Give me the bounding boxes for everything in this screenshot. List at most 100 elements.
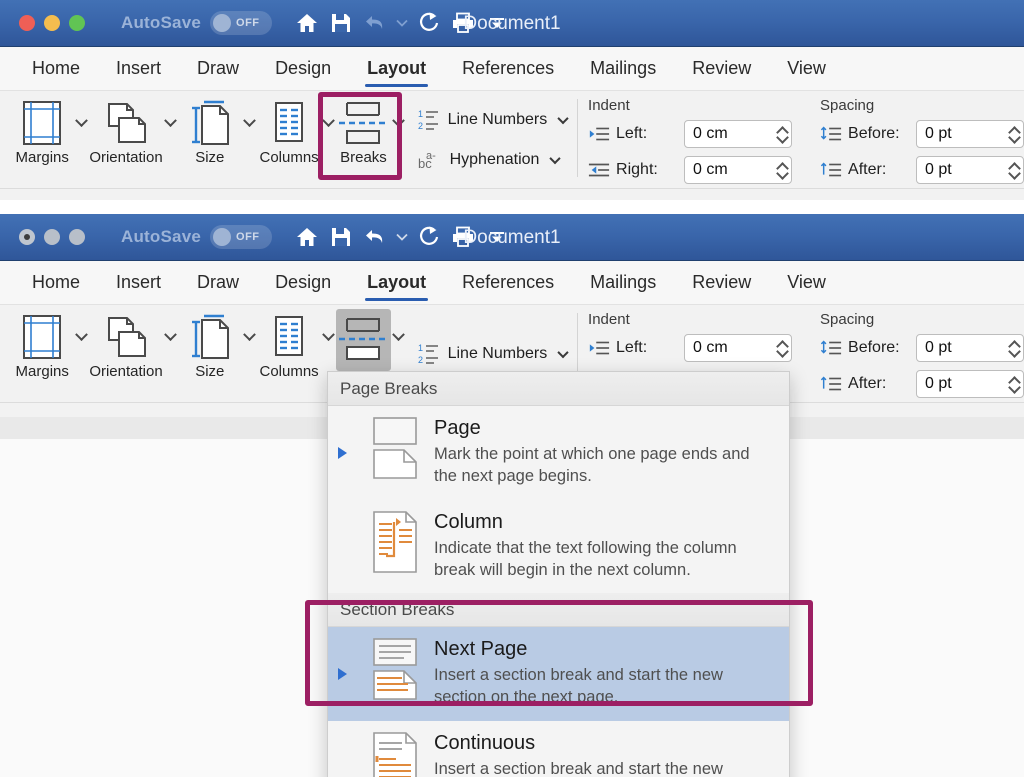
tab-draw[interactable]: Draw bbox=[179, 47, 257, 91]
close-button-inactive[interactable] bbox=[19, 229, 35, 245]
ribbon-button-orientation[interactable]: Orientation bbox=[89, 305, 162, 399]
indent-left-stepper[interactable] bbox=[778, 127, 787, 141]
tab-references[interactable]: References bbox=[444, 261, 572, 305]
spacing-before-input[interactable]: 0 pt bbox=[916, 120, 1024, 148]
margins-icon bbox=[21, 313, 63, 361]
line-numbers-chevron-icon[interactable] bbox=[558, 347, 569, 358]
undo-icon[interactable] bbox=[358, 6, 392, 40]
tab-insert[interactable]: Insert bbox=[98, 261, 179, 305]
spacing-after-input[interactable]: 0 pt bbox=[916, 370, 1024, 398]
menu-item-title: Next Page bbox=[434, 638, 777, 661]
ribbon-button-line-numbers[interactable]: 12 Line Numbers bbox=[414, 100, 568, 140]
autosave-control-bottom[interactable]: AutoSave OFF bbox=[121, 225, 272, 249]
ribbon-button-breaks[interactable]: Breaks bbox=[336, 91, 391, 185]
print-icon[interactable] bbox=[446, 220, 480, 254]
breaks-dropdown-menu: Page Breaks Page Mark the point at which… bbox=[327, 371, 790, 777]
spacing-after-stepper[interactable] bbox=[1010, 163, 1019, 177]
columns-chevron-icon[interactable] bbox=[321, 91, 336, 185]
spacing-after-input[interactable]: 0 pt bbox=[916, 156, 1024, 184]
tab-home[interactable]: Home bbox=[14, 261, 98, 305]
menu-item-next-page[interactable]: Next Page Insert a section break and sta… bbox=[328, 627, 789, 721]
tab-review[interactable]: Review bbox=[674, 47, 769, 91]
tab-insert[interactable]: Insert bbox=[98, 47, 179, 91]
ribbon-label-margins: Margins bbox=[16, 149, 69, 166]
orientation-chevron-icon[interactable] bbox=[163, 91, 178, 185]
breaks-chevron-icon[interactable] bbox=[391, 91, 406, 185]
home-icon[interactable] bbox=[290, 6, 324, 40]
ribbon-button-orientation[interactable]: Orientation bbox=[89, 91, 162, 185]
indent-right-input[interactable]: 0 cm bbox=[684, 156, 792, 184]
tab-design[interactable]: Design bbox=[257, 261, 349, 305]
menu-item-column[interactable]: Column Indicate that the text following … bbox=[328, 500, 789, 594]
close-button[interactable] bbox=[19, 15, 35, 31]
menu-section-page-breaks: Page Breaks bbox=[328, 372, 789, 406]
autosave-control-top[interactable]: AutoSave OFF bbox=[121, 11, 272, 35]
undo-chevron-icon[interactable] bbox=[392, 220, 412, 254]
menu-item-text: Column Indicate that the text following … bbox=[434, 510, 777, 582]
spacing-before-stepper[interactable] bbox=[1010, 341, 1019, 355]
save-icon[interactable] bbox=[324, 6, 358, 40]
line-numbers-chevron-icon[interactable] bbox=[558, 113, 569, 124]
maximize-button[interactable] bbox=[69, 15, 85, 31]
undo-chevron-icon[interactable] bbox=[392, 6, 412, 40]
size-chevron-icon[interactable] bbox=[242, 91, 257, 185]
tab-home[interactable]: Home bbox=[14, 47, 98, 91]
spacing-before-stepper[interactable] bbox=[1010, 127, 1019, 141]
selection-marker-icon bbox=[338, 447, 347, 459]
ribbon-button-breaks-active[interactable] bbox=[336, 309, 391, 371]
tab-view[interactable]: View bbox=[769, 261, 844, 305]
customize-toolbar-icon[interactable] bbox=[480, 220, 514, 254]
undo-icon[interactable] bbox=[358, 220, 392, 254]
ribbon-button-size[interactable]: Size bbox=[178, 91, 242, 185]
minimize-button-inactive[interactable] bbox=[44, 229, 60, 245]
tab-view[interactable]: View bbox=[769, 47, 844, 91]
line-numbers-label: Line Numbers bbox=[448, 111, 548, 129]
ribbon-button-columns[interactable]: Columns bbox=[257, 305, 321, 399]
ribbon-button-size[interactable]: Size bbox=[178, 305, 242, 399]
indent-left-row: Left: 0 cm bbox=[588, 118, 792, 150]
spacing-after-value: 0 pt bbox=[925, 375, 952, 393]
indent-left-stepper[interactable] bbox=[778, 341, 787, 355]
customize-toolbar-icon[interactable] bbox=[480, 6, 514, 40]
quick-access-toolbar-top bbox=[290, 6, 514, 40]
margins-chevron-icon[interactable] bbox=[74, 91, 89, 185]
orientation-chevron-icon[interactable] bbox=[163, 305, 178, 399]
tab-design[interactable]: Design bbox=[257, 47, 349, 91]
ribbon-label-columns: Columns bbox=[260, 363, 319, 380]
size-chevron-icon[interactable] bbox=[242, 305, 257, 399]
tab-layout[interactable]: Layout bbox=[349, 47, 444, 91]
tab-review[interactable]: Review bbox=[674, 261, 769, 305]
spacing-after-stepper[interactable] bbox=[1010, 377, 1019, 391]
indent-left-input[interactable]: 0 cm bbox=[684, 120, 792, 148]
spacing-before-input[interactable]: 0 pt bbox=[916, 334, 1024, 362]
ribbon-button-line-numbers[interactable]: 12 Line Numbers bbox=[414, 334, 568, 374]
tab-draw[interactable]: Draw bbox=[179, 261, 257, 305]
autosave-toggle[interactable]: OFF bbox=[210, 11, 272, 35]
ribbon-button-hyphenation[interactable]: bca- Hyphenation bbox=[414, 140, 568, 180]
hyphenation-chevron-icon[interactable] bbox=[550, 153, 561, 164]
tab-references[interactable]: References bbox=[444, 47, 572, 91]
indent-left-input[interactable]: 0 cm bbox=[684, 334, 792, 362]
svg-text:1: 1 bbox=[418, 109, 423, 119]
tab-mailings[interactable]: Mailings bbox=[572, 47, 674, 91]
tab-mailings[interactable]: Mailings bbox=[572, 261, 674, 305]
ribbon-label-orientation: Orientation bbox=[89, 149, 162, 166]
ribbon-button-margins[interactable]: Margins bbox=[10, 305, 74, 399]
maximize-button-inactive[interactable] bbox=[69, 229, 85, 245]
autosave-toggle-knob bbox=[213, 228, 231, 246]
minimize-button[interactable] bbox=[44, 15, 60, 31]
redo-icon[interactable] bbox=[412, 220, 446, 254]
save-icon[interactable] bbox=[324, 220, 358, 254]
autosave-toggle[interactable]: OFF bbox=[210, 225, 272, 249]
home-icon[interactable] bbox=[290, 220, 324, 254]
indent-right-stepper[interactable] bbox=[778, 163, 787, 177]
menu-item-page[interactable]: Page Mark the point at which one page en… bbox=[328, 406, 789, 500]
margins-chevron-icon[interactable] bbox=[74, 305, 89, 399]
print-icon[interactable] bbox=[446, 6, 480, 40]
menu-item-continuous[interactable]: Continuous Insert a section break and st… bbox=[328, 721, 789, 777]
redo-icon[interactable] bbox=[412, 6, 446, 40]
tab-layout[interactable]: Layout bbox=[349, 261, 444, 305]
ribbon-button-columns[interactable]: Columns bbox=[257, 91, 321, 185]
ribbon-label-margins: Margins bbox=[16, 363, 69, 380]
ribbon-button-margins[interactable]: Margins bbox=[10, 91, 74, 185]
